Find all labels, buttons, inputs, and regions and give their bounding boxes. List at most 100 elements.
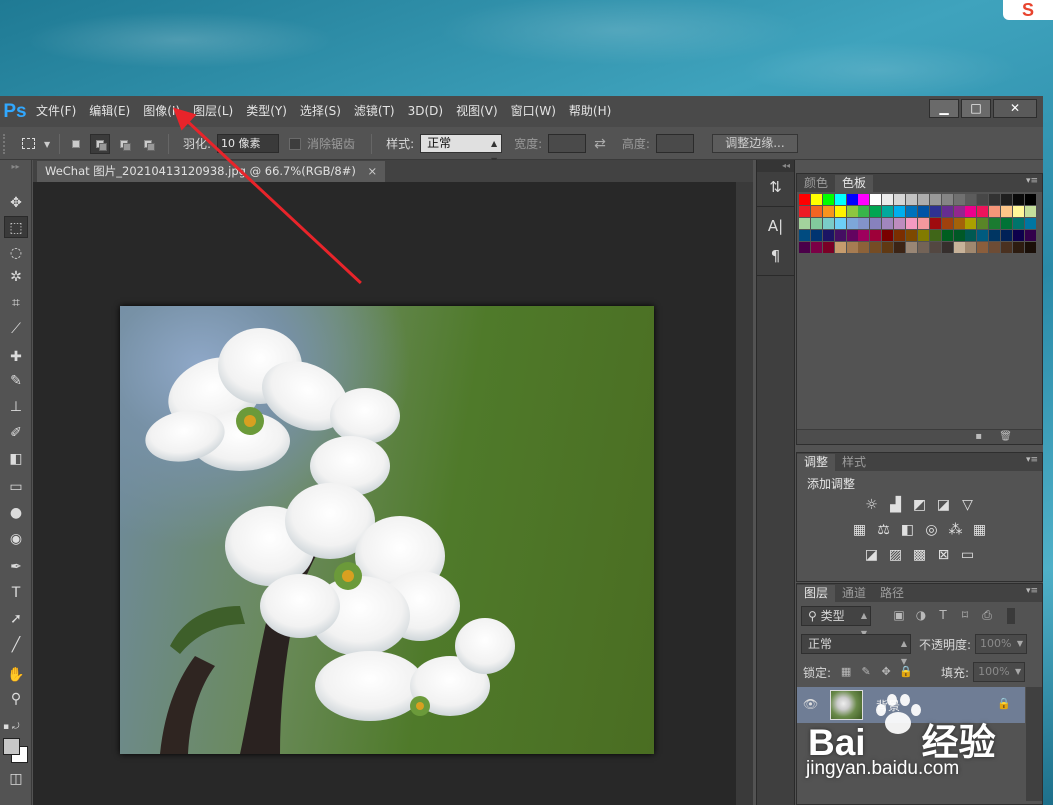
swatch-cell[interactable] <box>1024 218 1036 229</box>
collapse-icon[interactable]: ▸▸ <box>0 160 31 174</box>
blend-mode-select[interactable]: 正常 ▲ ▼ <box>801 634 911 666</box>
swatch-cell[interactable] <box>941 194 953 205</box>
tab-adjustments[interactable]: 调整 <box>797 454 836 471</box>
swatch-cell[interactable] <box>846 218 858 229</box>
swatch-cell[interactable] <box>977 206 989 217</box>
menu-view[interactable]: 视图(V) <box>450 96 505 127</box>
swatch-cell[interactable] <box>1024 194 1036 205</box>
exposure-icon[interactable]: ◪ <box>934 496 953 515</box>
opacity-input[interactable]: 100% ▼ <box>975 634 1028 654</box>
swatch-cell[interactable] <box>834 194 846 205</box>
tab-swatches[interactable]: 色板 <box>835 175 874 192</box>
filter-toggle[interactable] <box>1007 608 1015 624</box>
swatch-cell[interactable] <box>1024 206 1036 217</box>
swatch-cell[interactable] <box>870 230 882 241</box>
swatch-cell[interactable] <box>870 206 882 217</box>
width-input[interactable] <box>548 134 587 153</box>
tab-paths[interactable]: 路径 <box>873 585 911 602</box>
swatch-cell[interactable] <box>858 230 870 241</box>
swatch-cell[interactable] <box>799 194 810 205</box>
type-filter-icon[interactable]: T <box>935 608 951 624</box>
swatch-cell[interactable] <box>929 218 941 229</box>
document-tab[interactable]: WeChat 图片_20210413120938.jpg @ 66.7%(RGB… <box>37 161 386 182</box>
lock-position-icon[interactable]: ✥ <box>879 665 893 679</box>
height-input[interactable] <box>655 134 694 153</box>
swatch-cell[interactable] <box>882 206 894 217</box>
menu-window[interactable]: 窗口(W) <box>505 96 563 127</box>
swatch-grid[interactable] <box>799 194 1037 254</box>
menu-layer[interactable]: 图层(L) <box>187 96 240 127</box>
swatch-cell[interactable] <box>965 218 977 229</box>
swatch-cell[interactable] <box>822 242 834 253</box>
character-panel-icon[interactable]: A| <box>757 211 794 241</box>
swatch-cell[interactable] <box>846 242 858 253</box>
image-canvas[interactable] <box>120 306 654 754</box>
pen-icon[interactable]: ✒ <box>4 556 28 578</box>
eraser-icon[interactable]: ◧ <box>4 448 28 470</box>
swatch-cell[interactable] <box>1001 206 1013 217</box>
swatch-cell[interactable] <box>858 206 870 217</box>
swatch-cell[interactable] <box>846 206 858 217</box>
swatch-cell[interactable] <box>894 194 906 205</box>
swatch-cell[interactable] <box>834 218 846 229</box>
swatch-cell[interactable] <box>953 218 965 229</box>
document-area[interactable] <box>33 182 753 805</box>
swatch-cell[interactable] <box>822 218 834 229</box>
crop-icon[interactable]: ⌗ <box>4 292 28 314</box>
swatch-cell[interactable] <box>917 242 929 253</box>
swatch-cell[interactable] <box>929 206 941 217</box>
trash-icon[interactable]: 🗑 <box>999 431 1012 442</box>
swatch-cell[interactable] <box>882 242 894 253</box>
swatch-cell[interactable] <box>894 218 906 229</box>
fill-input[interactable]: 100% ▼ <box>973 662 1026 682</box>
levels-icon[interactable]: ▟ <box>886 496 905 515</box>
intersect-selection-button[interactable] <box>138 134 158 154</box>
vibrance-icon[interactable]: ▽ <box>958 496 977 515</box>
shape-filter-icon[interactable]: ⌑ <box>957 608 973 624</box>
swatch-cell[interactable] <box>846 230 858 241</box>
posterize-icon[interactable]: ▨ <box>886 546 905 565</box>
move-icon[interactable]: ✥ <box>4 192 28 214</box>
swatch-cell[interactable] <box>906 218 918 229</box>
swatch-cell[interactable] <box>1001 230 1013 241</box>
tab-channels[interactable]: 通道 <box>835 585 873 602</box>
swatch-cell[interactable] <box>989 218 1001 229</box>
gradient-map-icon[interactable]: ▭ <box>958 546 977 565</box>
swatch-cell[interactable] <box>906 242 918 253</box>
menu-filter[interactable]: 滤镜(T) <box>348 96 402 127</box>
color-balance-icon[interactable]: ⚖ <box>874 521 893 540</box>
eye-icon[interactable]: 👁 <box>803 697 818 711</box>
swatch-cell[interactable] <box>799 230 810 241</box>
document-vertical-scrollbar[interactable] <box>736 182 753 805</box>
swatch-cell[interactable] <box>799 242 810 253</box>
swatch-cell[interactable] <box>810 242 822 253</box>
antialias-checkbox[interactable] <box>289 137 302 150</box>
swatch-cell[interactable] <box>977 230 989 241</box>
swatch-cell[interactable] <box>977 218 989 229</box>
swatch-cell[interactable] <box>929 242 941 253</box>
swatch-cell[interactable] <box>929 194 941 205</box>
swatch-cell[interactable] <box>822 206 834 217</box>
curves-icon[interactable]: ◩ <box>910 496 929 515</box>
add-selection-button[interactable] <box>90 133 110 154</box>
swatch-cell[interactable] <box>870 194 882 205</box>
swatch-cell[interactable] <box>894 206 906 217</box>
swatch-cell[interactable] <box>953 194 965 205</box>
panel-menu-icon[interactable]: ▾≡ <box>1026 586 1038 596</box>
swatch-cell[interactable] <box>989 194 1001 205</box>
collapse-icon[interactable]: ◂◂ <box>757 160 794 172</box>
menu-3d[interactable]: 3D(D) <box>402 96 450 127</box>
swatch-cell[interactable] <box>834 242 846 253</box>
swatch-cell[interactable] <box>1013 218 1025 229</box>
tab-styles[interactable]: 样式 <box>835 454 873 471</box>
swatch-cell[interactable] <box>953 242 965 253</box>
new-selection-button[interactable] <box>66 134 86 154</box>
swatch-cell[interactable] <box>870 218 882 229</box>
swatch-cell[interactable] <box>822 194 834 205</box>
panel-menu-icon[interactable]: ▾≡ <box>1026 455 1038 465</box>
swatch-cell[interactable] <box>953 206 965 217</box>
swatch-cell[interactable] <box>917 230 929 241</box>
swatch-cell[interactable] <box>989 206 1001 217</box>
tool-preset-picker[interactable]: ▼ <box>17 134 50 154</box>
eyedropper-icon[interactable]: ⟋ <box>4 318 28 340</box>
